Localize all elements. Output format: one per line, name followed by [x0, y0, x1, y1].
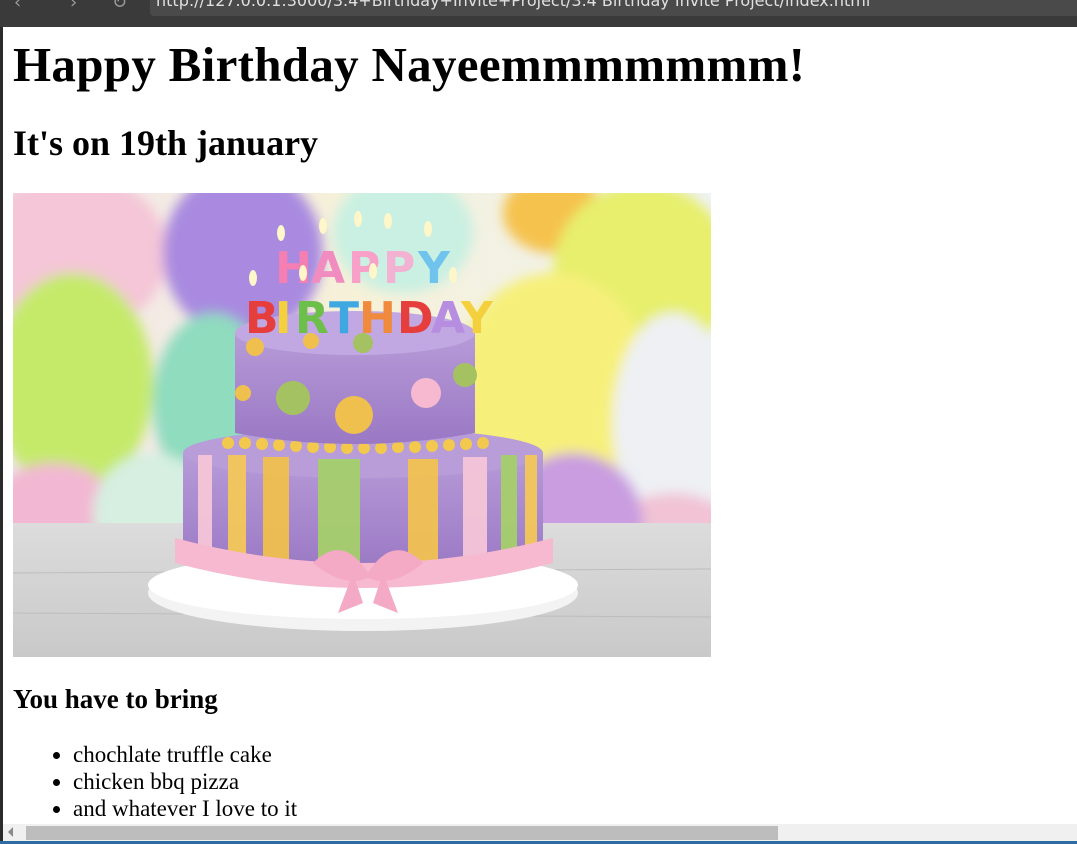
svg-text:P: P: [383, 243, 415, 294]
svg-text:Y: Y: [460, 293, 494, 344]
date-heading: It's on 19th january: [13, 123, 319, 163]
svg-text:A: A: [431, 293, 465, 344]
svg-text:R: R: [295, 293, 329, 344]
list-item: and whatever I love to it: [73, 795, 1073, 822]
arrow-right-icon[interactable]: ›: [70, 0, 77, 13]
scrollbar-thumb[interactable]: [26, 826, 778, 840]
svg-text:D: D: [397, 293, 434, 344]
reload-icon[interactable]: ↻: [112, 0, 127, 13]
svg-text:H: H: [359, 293, 396, 344]
bring-list: chochlate truffle cake chicken bbq pizza…: [13, 741, 1073, 822]
arrow-left-icon[interactable]: ‹: [14, 0, 21, 13]
window-edge: [0, 0, 3, 844]
address-bar[interactable]: http://127.0.0.1:3000/3.4+Birthday+Invit…: [150, 0, 1077, 16]
svg-text:A: A: [311, 243, 345, 294]
url-text: http://127.0.0.1:3000/3.4+Birthday+Invit…: [156, 0, 871, 10]
list-item: chochlate truffle cake: [73, 741, 1073, 768]
page-title: Happy Birthday Nayeemmmmmmm!: [13, 37, 806, 92]
svg-text:Y: Y: [417, 243, 451, 294]
svg-text:T: T: [329, 293, 359, 344]
page-content: Happy Birthday Nayeemmmmmmm! It's on 19t…: [13, 27, 1073, 824]
list-item: chicken bbq pizza: [73, 768, 1073, 795]
bring-heading: You have to bring: [13, 684, 218, 714]
svg-text:B: B: [245, 293, 279, 344]
birthday-cake-image: H A P P Y B I R T H D A Y: [13, 193, 711, 657]
horizontal-scrollbar[interactable]: [3, 824, 1077, 841]
browser-toolbar: ‹ › ↻ http://127.0.0.1:3000/3.4+Birthday…: [0, 0, 1077, 27]
svg-text:I: I: [275, 293, 291, 344]
scroll-left-arrow-icon[interactable]: [8, 827, 13, 837]
